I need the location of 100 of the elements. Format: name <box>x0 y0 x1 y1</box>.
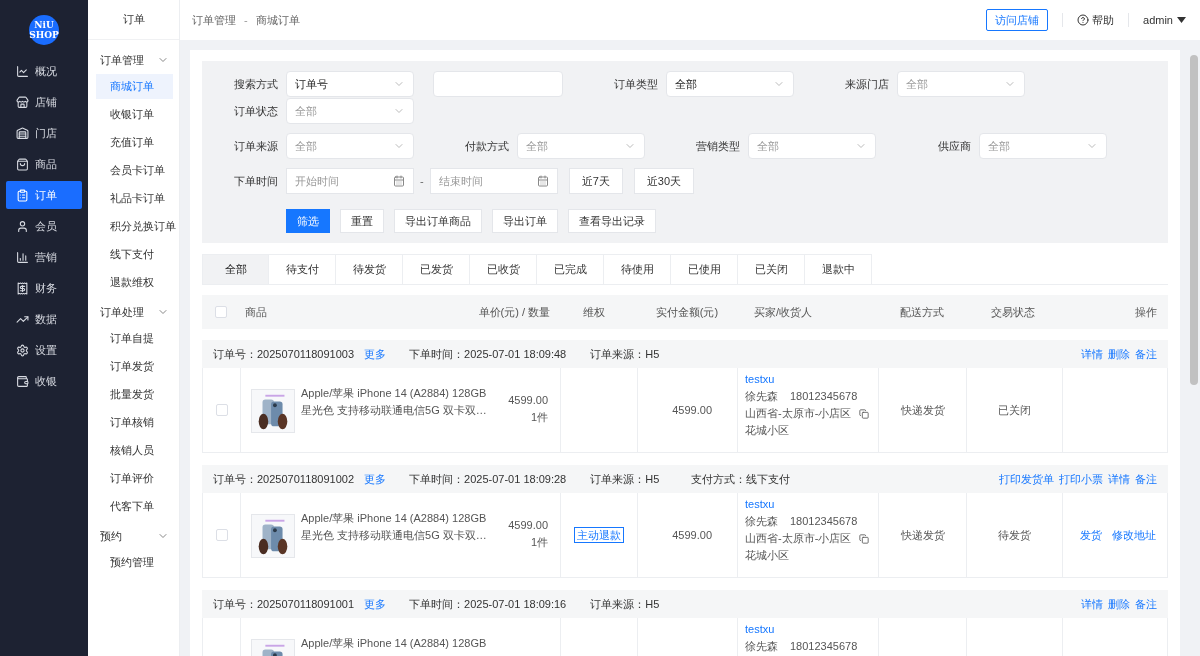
product-title[interactable]: 星光色 支持移动联通电信5G 双卡双… <box>301 402 509 419</box>
action-link[interactable]: 备注 <box>1135 470 1157 488</box>
menu-item[interactable]: 代客下单 <box>96 494 173 519</box>
action-button[interactable]: 导出订单商品 <box>394 209 482 233</box>
menu-item[interactable]: 预约管理 <box>96 550 173 575</box>
receiver-address: 山西省-太原市-小店区 <box>745 531 852 546</box>
action-link[interactable]: 详情 <box>1108 470 1130 488</box>
product-title[interactable]: Apple/苹果 iPhone 14 (A2884) 128GB <box>301 385 509 402</box>
action-link[interactable]: 详情 <box>1081 345 1103 363</box>
menu-item[interactable]: 线下支付 <box>96 242 173 267</box>
checkbox[interactable] <box>215 306 227 318</box>
menu-item[interactable]: 会员卡订单 <box>96 158 173 183</box>
nav-item[interactable]: 设置 <box>6 336 82 364</box>
filter-button[interactable]: 筛选 <box>286 209 330 233</box>
action-link[interactable]: 删除 <box>1108 345 1130 363</box>
nav-item[interactable]: 商品 <box>6 150 82 178</box>
settings-icon <box>16 343 29 357</box>
select-field[interactable]: 订单号 <box>286 71 414 97</box>
visit-store-button[interactable]: 访问店铺 <box>986 9 1049 31</box>
status-tab[interactable]: 已完成 <box>537 254 604 284</box>
menu-group[interactable]: 预约 <box>88 522 179 550</box>
status-tab[interactable]: 全部 <box>202 254 269 284</box>
help-link[interactable]: 帮助 <box>1077 11 1115 29</box>
quick-range-button[interactable]: 近30天 <box>633 168 695 194</box>
nav-item[interactable]: 财务 <box>6 274 82 302</box>
status-tab[interactable]: 待支付 <box>269 254 336 284</box>
status-tab[interactable]: 已使用 <box>671 254 738 284</box>
buyer-name[interactable]: testxu <box>745 496 775 513</box>
delivery-method: 快递发货 <box>900 527 945 543</box>
more-link[interactable]: 更多 <box>364 470 387 488</box>
order-number: 订单号：2025070118091003 <box>213 346 355 362</box>
buyer-name[interactable]: testxu <box>745 621 775 638</box>
action-link[interactable]: 打印小票 <box>1059 470 1103 488</box>
product-title[interactable]: 星光色 支持移动联通电信5G 双卡双… <box>301 527 509 544</box>
field-label: 订单来源 <box>233 138 278 154</box>
order-time: 下单时间：2025-07-01 18:09:48 <box>409 346 567 362</box>
nav-item[interactable]: 店铺 <box>6 88 82 116</box>
copy-icon[interactable] <box>859 533 870 544</box>
menu-item[interactable]: 收银订单 <box>96 102 173 127</box>
field-label: 付款方式 <box>464 138 509 154</box>
menu-item[interactable]: 订单评价 <box>96 466 173 491</box>
column-header: 操作 <box>1134 304 1158 320</box>
menu-item[interactable]: 批量发货 <box>96 382 173 407</box>
quick-range-button[interactable]: 近7天 <box>568 168 623 194</box>
action-button[interactable]: 导出订单 <box>492 209 558 233</box>
menu-item[interactable]: 订单核销 <box>96 410 173 435</box>
action-link[interactable]: 发货 <box>1080 526 1102 544</box>
menu-item[interactable]: 订单自提 <box>96 326 173 351</box>
product-title[interactable]: Apple/苹果 iPhone 14 (A2884) 128GB <box>301 635 548 652</box>
menu-group[interactable]: 订单管理 <box>88 46 179 74</box>
action-button[interactable]: 重置 <box>340 209 384 233</box>
nav-item[interactable]: 会员 <box>6 212 82 240</box>
action-link[interactable]: 删除 <box>1108 595 1130 613</box>
wallet-icon <box>16 374 29 388</box>
menu-item[interactable]: 退款维权 <box>96 270 173 295</box>
nav-item[interactable]: 概况 <box>6 57 82 85</box>
checkbox[interactable] <box>215 529 228 541</box>
action-link[interactable]: 备注 <box>1135 345 1157 363</box>
more-link[interactable]: 更多 <box>364 595 387 613</box>
nav-item[interactable]: 营销 <box>6 243 82 271</box>
order-source: 订单来源：H5 <box>590 346 660 362</box>
menu-item[interactable]: 核销人员 <box>96 438 173 463</box>
menu-item[interactable]: 礼品卡订单 <box>96 186 173 211</box>
input-field[interactable] <box>433 71 563 97</box>
action-link[interactable]: 备注 <box>1135 595 1157 613</box>
nav-item[interactable]: 门店 <box>6 119 82 147</box>
product-title[interactable]: Apple/苹果 iPhone 14 (A2884) 128GB <box>301 510 509 527</box>
status-tab[interactable]: 已关闭 <box>738 254 805 284</box>
action-link[interactable]: 打印发货单 <box>999 470 1054 488</box>
calendar-icon <box>536 175 549 187</box>
breadcrumb-item[interactable]: 商城订单 <box>255 11 300 29</box>
copy-icon[interactable] <box>859 408 870 419</box>
menu-item[interactable]: 充值订单 <box>96 130 173 155</box>
scrollbar[interactable] <box>1190 55 1198 385</box>
refund-button[interactable]: 主动退款 <box>574 527 624 543</box>
action-link[interactable]: 详情 <box>1081 595 1103 613</box>
range-separator: - <box>420 173 424 189</box>
status-tab[interactable]: 待使用 <box>604 254 671 284</box>
paid-amount: 4599.00 <box>672 527 712 543</box>
breadcrumb-item[interactable]: 订单管理 <box>192 11 236 29</box>
nav-item[interactable]: 收银 <box>6 367 82 395</box>
buyer-name[interactable]: testxu <box>745 371 775 388</box>
order-source: 订单来源：H5 <box>590 471 660 487</box>
status-tab[interactable]: 待发货 <box>336 254 403 284</box>
action-button[interactable]: 查看导出记录 <box>568 209 656 233</box>
menu-group[interactable]: 订单处理 <box>88 298 179 326</box>
nav-item[interactable]: 数据 <box>6 305 82 333</box>
action-link[interactable]: 修改地址 <box>1112 526 1156 544</box>
status-tab[interactable]: 已发货 <box>403 254 470 284</box>
status-tab[interactable]: 已收货 <box>470 254 537 284</box>
nav-item[interactable]: 订单 <box>6 181 82 209</box>
order-time: 下单时间：2025-07-01 18:09:28 <box>409 471 567 487</box>
receiver-address: 花城小区 <box>745 548 789 563</box>
select-field[interactable]: 全部 <box>666 71 794 97</box>
status-tab[interactable]: 退款中 <box>805 254 872 284</box>
user-menu[interactable]: admin <box>1143 11 1186 29</box>
menu-item[interactable]: 订单发货 <box>96 354 173 379</box>
more-link[interactable]: 更多 <box>364 345 387 363</box>
menu-item[interactable]: 商城订单 <box>96 74 173 99</box>
checkbox[interactable] <box>215 404 228 416</box>
